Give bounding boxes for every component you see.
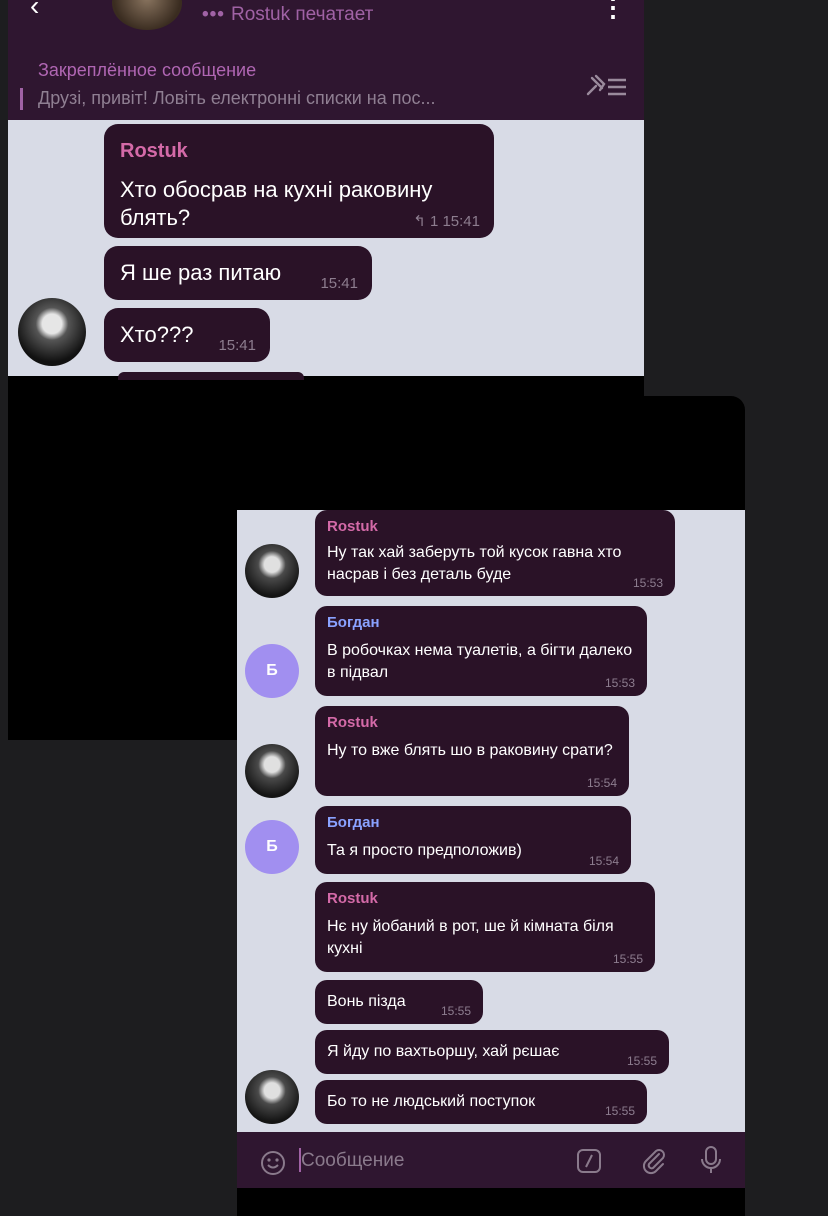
message-text: Ну так хай заберуть той кусок гавна хто … [327,544,622,583]
message-input-bar: Сообщение [237,1132,745,1188]
message-bubble[interactable]: Бо то не людський поступок 15:55 [315,1080,647,1124]
message-time: 15:54 [588,854,619,868]
message-bubble[interactable]: Rostuk Ну так хай заберуть той кусок гав… [315,510,675,596]
pinned-title: Закреплённое сообщение [38,60,257,80]
message-text: В робочках нема туалетів, а бігти далеко… [327,642,633,681]
message-time: 15:41 [218,337,256,354]
avatar[interactable] [245,744,299,798]
message-meta: ↰ 1 15:41 [413,212,480,230]
message-time: 15:55 [612,952,643,966]
chat-avatar[interactable] [112,0,182,30]
message-text: Бо то не людський поступок [327,1093,536,1110]
pinned-text: Друзі, привіт! Ловіть електронні списки … [38,88,436,108]
message-bubble[interactable]: Rostuk Хто обосрав на кухні раковину бля… [104,124,494,238]
avatar[interactable] [18,298,86,366]
message-bubble[interactable]: Rostuk Нє ну йобаний в рот, ше й кімната… [315,882,655,972]
message-bubble[interactable]: Богдан В робочках нема туалетів, а бігти… [315,606,647,696]
message-text: Ну то вже блять шо в раковину срати? [327,742,613,759]
message-time: 15:55 [626,1054,657,1068]
message-sender: Rostuk [120,140,188,162]
message-time: 15:41 [320,275,358,292]
typing-dots: ••• [202,4,225,25]
bot-command-icon[interactable] [575,1147,603,1175]
message-input[interactable]: Сообщение [301,1150,404,1172]
message-text: Нє ну йобаний в рот, ше й кімната біля к… [327,918,614,957]
message-text: Я йду по вахтьоршу, хай рєшає [327,1043,560,1060]
emoji-icon[interactable] [259,1149,287,1177]
reply-count: 1 [429,213,439,230]
chat-area[interactable]: Rostuk Хто обосрав на кухні раковину бля… [8,120,644,376]
message-sender: Rostuk [327,890,378,907]
mic-icon[interactable] [699,1144,723,1176]
message-text: Я ше раз питаю [120,260,282,285]
message-bubble[interactable]: Хто??? 15:41 [104,308,270,362]
avatar[interactable] [245,1070,299,1124]
more-vert-icon[interactable]: ⋮ [600,0,626,23]
message-time: 15:54 [586,776,617,790]
typing-status: ••• Rostuk печатает [202,4,373,26]
chat-area[interactable]: Rostuk Ну так хай заберуть той кусок гав… [237,510,745,1132]
message-bubble-partial [118,372,304,380]
reply-icon: ↰ [413,213,426,230]
message-sender: Богдан [327,814,380,831]
pinned-indicator [20,88,23,110]
message-sender: Rostuk [327,714,378,731]
back-arrow-icon[interactable]: ‹ [30,0,39,22]
message-bubble[interactable]: Я йду по вахтьоршу, хай рєшає 15:55 [315,1030,669,1074]
message-text: Хто??? [120,322,194,347]
message-time: 15:53 [632,576,663,590]
message-sender: Rostuk [327,518,378,535]
message-time: 15:53 [604,676,635,690]
message-time: 15:55 [440,1004,471,1018]
message-time: 15:41 [442,213,480,230]
chat-header: ‹ ••• Rostuk печатает ⋮ Закреплённое сооб… [8,0,644,120]
attach-icon[interactable] [639,1146,669,1176]
message-bubble[interactable]: Вонь пізда 15:55 [315,980,483,1024]
typing-status-text: Rostuk печатает [230,4,374,25]
message-bubble[interactable]: Богдан Та я просто предположив) 15:54 [315,806,631,874]
message-sender: Богдан [327,614,380,631]
pin-list-icon[interactable] [582,70,630,102]
message-bubble[interactable]: Я ше раз питаю 15:41 [104,246,372,300]
pinned-message-bar[interactable]: Закреплённое сообщение Друзі, привіт! Ло… [8,56,644,120]
right-screenshot: Rostuk Ну так хай заберуть той кусок гав… [237,396,745,1216]
avatar[interactable] [245,544,299,598]
message-time: 15:55 [604,1104,635,1118]
message-bubble[interactable]: Rostuk Ну то вже блять шо в раковину сра… [315,706,629,796]
avatar[interactable]: Б [245,820,299,874]
avatar[interactable]: Б [245,644,299,698]
message-text: Та я просто предположив) [327,842,522,859]
message-text: Вонь пізда [327,993,406,1010]
